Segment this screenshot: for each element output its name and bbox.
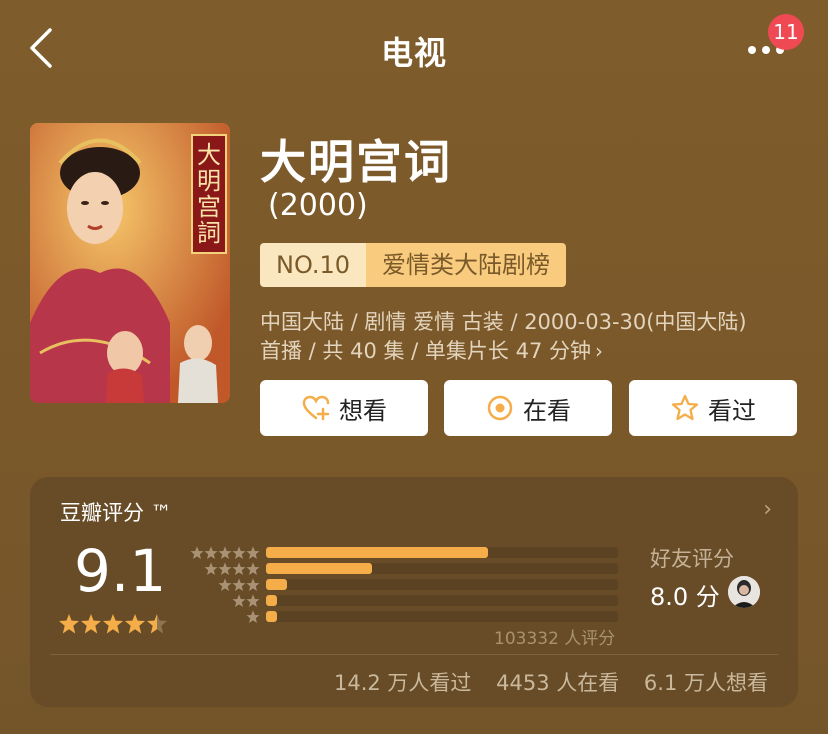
friend-rating-label: 好友评分 [650, 547, 734, 571]
poster-title-char: 詞 [197, 219, 221, 247]
friend-rating-score: 8.0 分 [650, 583, 720, 611]
watched-button[interactable]: 看过 [629, 380, 797, 436]
small-star-icon [246, 546, 260, 559]
want-count[interactable]: 6.1 万人想看 [644, 671, 768, 695]
distribution-track [266, 611, 618, 622]
row-stars [186, 545, 260, 559]
watched-label: 看过 [708, 396, 756, 425]
movie-title: 大明宫词 [260, 135, 452, 189]
nav-bar: 电视 11 [0, 0, 828, 96]
small-star-icon [218, 546, 232, 559]
star-icon [59, 614, 79, 634]
movie-year: (2000) [268, 188, 368, 223]
star-icon [81, 614, 101, 634]
rank-number: NO.10 [260, 243, 367, 287]
rating-count: 103332 人评分 [494, 629, 616, 649]
meta-line-2: 首播 / 共 40 集 / 单集片长 47 分钟 [260, 339, 591, 363]
chevron-right-icon: › [595, 339, 603, 363]
divider [50, 654, 778, 655]
distribution-fill [266, 579, 288, 590]
ellipsis-icon [748, 46, 756, 54]
small-star-icon [232, 578, 246, 591]
small-star-icon [246, 578, 260, 591]
small-star-icon [246, 562, 260, 575]
distribution-track [266, 563, 618, 574]
screen: 电视 11 大 明 宫 詞 大明宫词 (2000) NO.10 爱情类大陆剧榜 … [0, 0, 828, 734]
want-label: 想看 [339, 396, 387, 425]
rank-category: 爱情类大陆剧榜 [366, 243, 567, 287]
poster-title-char: 大 [197, 141, 221, 169]
small-star-icon [232, 546, 246, 559]
distribution-fill [266, 563, 372, 574]
small-star-icon [218, 578, 232, 591]
small-star-icon [218, 562, 232, 575]
movie-meta[interactable]: 中国大陆 / 剧情 爱情 古装 / 2000-03-30(中国大陆) 首播 / … [260, 308, 800, 366]
watching-label: 在看 [523, 396, 571, 425]
small-star-icon [232, 562, 246, 575]
watched-count[interactable]: 14.2 万人看过 [334, 671, 471, 695]
distribution-track [266, 595, 618, 606]
small-star-icon [190, 546, 204, 559]
small-star-icon [246, 594, 260, 607]
meta-line-1: 中国大陆 / 剧情 爱情 古装 / 2000-03-30(中国大陆) [260, 310, 747, 334]
distribution-fill [266, 547, 488, 558]
meta-line-2-wrap: 首播 / 共 40 集 / 单集片长 47 分钟 › [260, 337, 800, 366]
small-star-icon [204, 562, 218, 575]
distribution-track [266, 579, 618, 590]
poster-image[interactable]: 大 明 宫 詞 [30, 123, 230, 403]
small-star-icon [246, 610, 260, 623]
distribution-fill [266, 611, 277, 622]
star-outline-icon [670, 393, 700, 423]
ranking-badge[interactable]: NO.10 爱情类大陆剧榜 [260, 243, 567, 287]
want-button[interactable]: 想看 [260, 380, 428, 436]
distribution-fill [266, 595, 277, 606]
poster-title-char: 宫 [197, 193, 221, 221]
ellipsis-dot [762, 46, 770, 54]
row-stars [186, 561, 260, 575]
star-icon [103, 614, 123, 634]
page-title: 电视 [380, 34, 447, 72]
heart-plus-icon [301, 393, 331, 423]
rating-title: 豆瓣评分 ™ [60, 501, 172, 525]
star-icon [125, 614, 145, 634]
small-star-icon [232, 594, 246, 607]
chevron-right-icon[interactable]: › [763, 497, 772, 522]
watching-button[interactable]: 在看 [444, 380, 612, 436]
audience-stats: 14.2 万人看过 4453 人在看 6.1 万人想看 [316, 667, 768, 697]
star-icon [147, 614, 167, 634]
small-star-icon [204, 546, 218, 559]
target-icon [485, 393, 515, 423]
poster-title-char: 明 [197, 167, 221, 195]
rating-card[interactable]: 豆瓣评分 ™ › 9.1 103332 人评分 好友评分 8.0 分 14.2 … [30, 477, 798, 707]
distribution-track [266, 547, 618, 558]
row-stars [186, 609, 260, 623]
rating-score: 9.1 [74, 537, 167, 605]
rating-stars [58, 613, 170, 635]
row-stars [186, 593, 260, 607]
avatar[interactable] [728, 576, 760, 608]
notification-badge: 11 [768, 14, 804, 50]
row-stars [186, 577, 260, 591]
watching-count[interactable]: 4453 人在看 [496, 671, 619, 695]
